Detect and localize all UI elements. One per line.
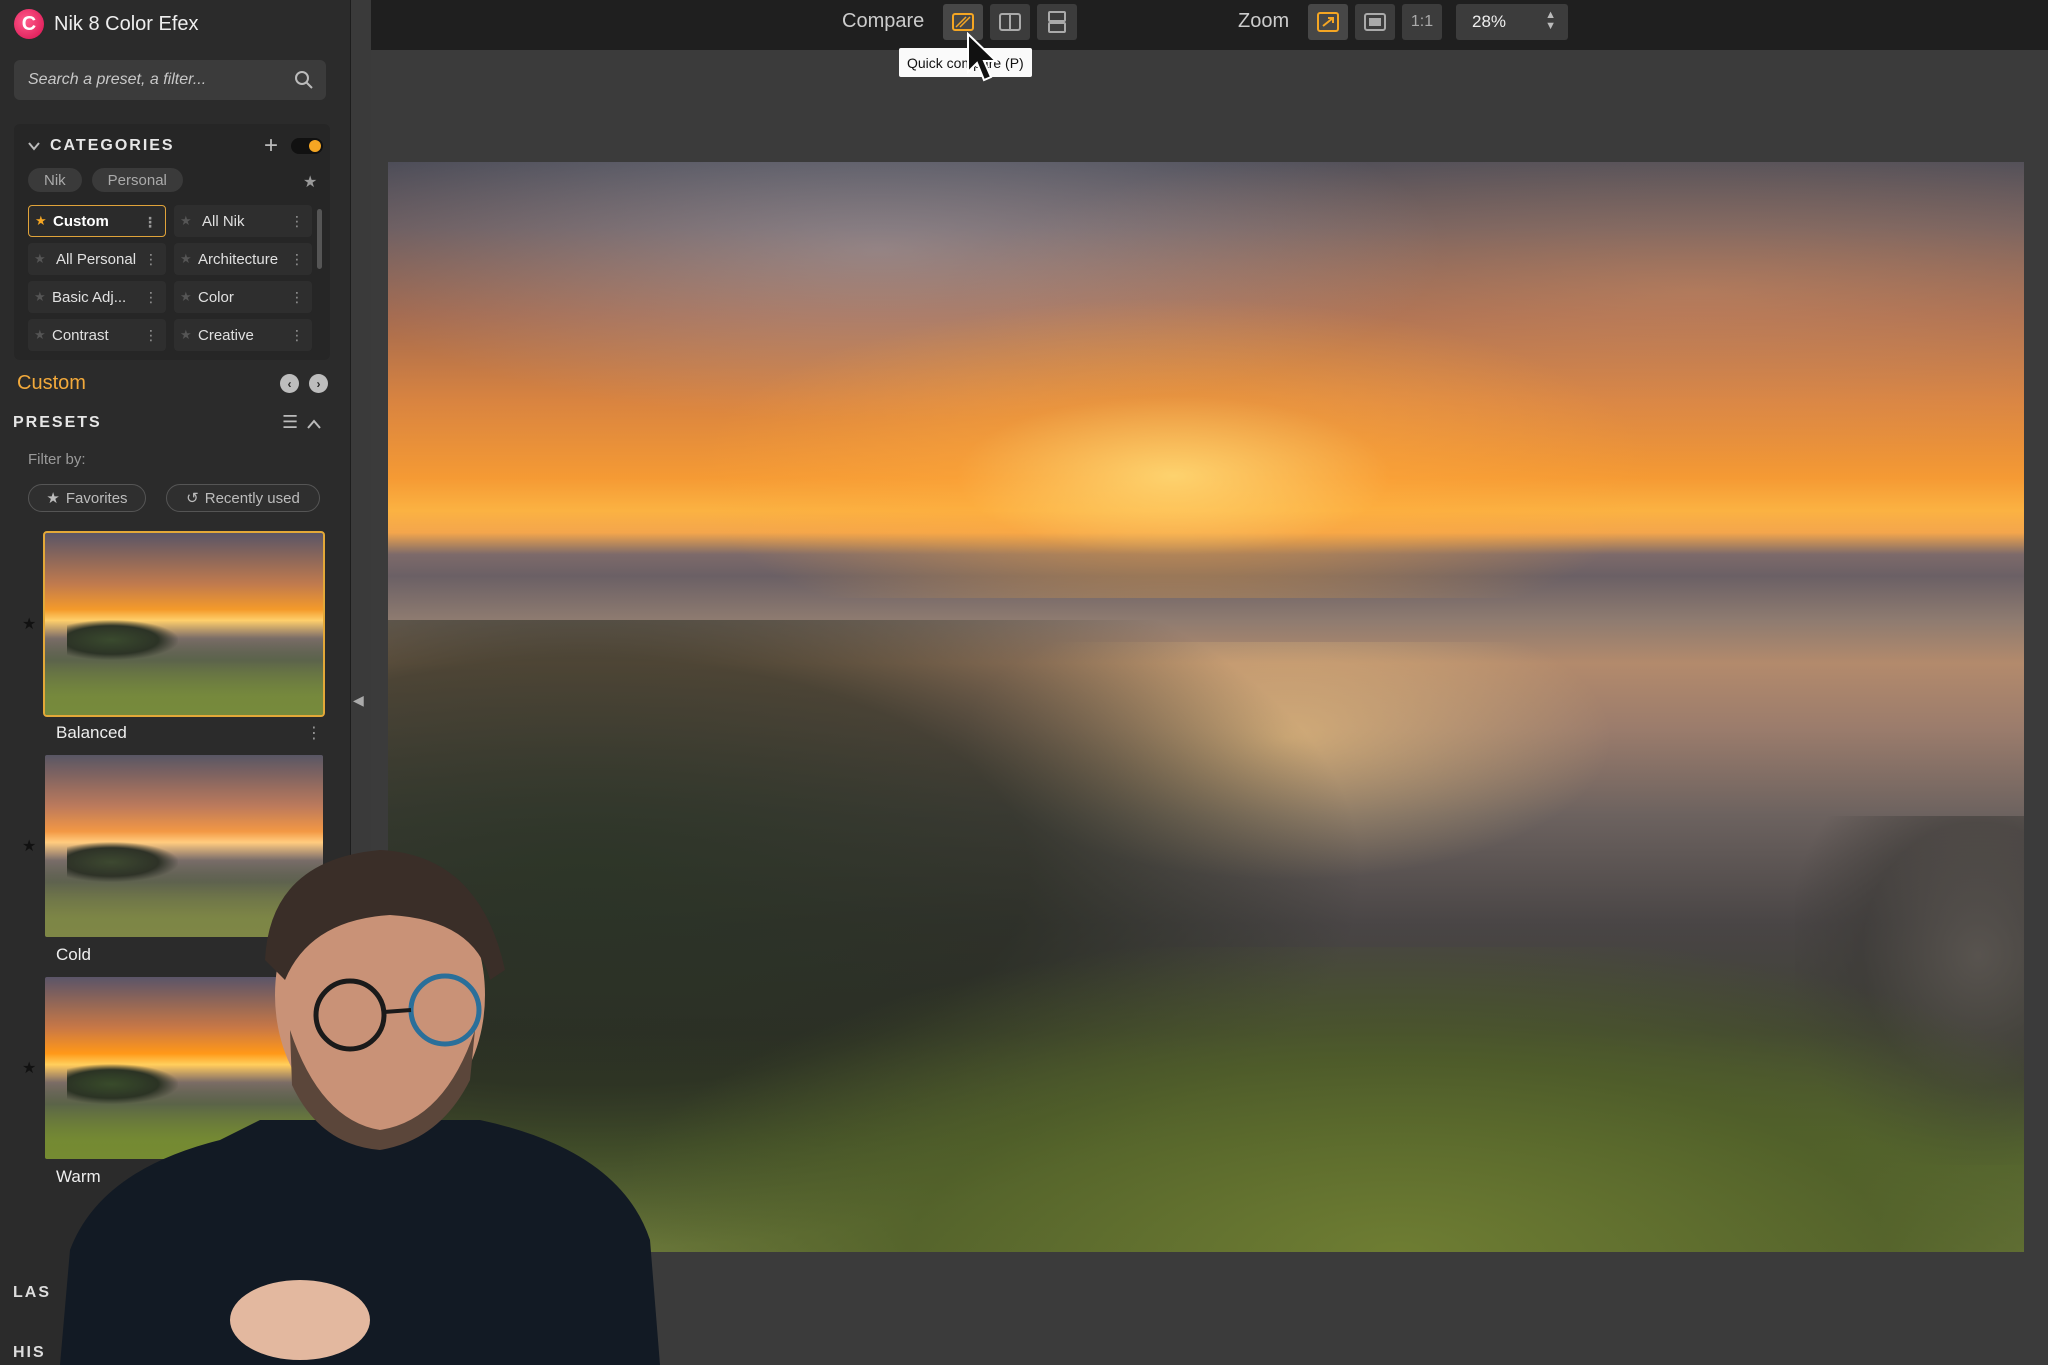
mouse-cursor-icon xyxy=(967,32,998,82)
category-label: All Personal xyxy=(56,250,137,268)
preset-label: Balanced xyxy=(56,723,127,742)
category-all-nik[interactable]: ★ All Nik ⋮ xyxy=(174,205,312,237)
compare-label: Compare xyxy=(842,10,925,32)
photo-sky xyxy=(388,162,2024,598)
fit-to-screen-icon xyxy=(1317,12,1339,32)
search-input[interactable] xyxy=(26,70,294,90)
category-label: Contrast xyxy=(52,326,109,344)
categories-title: CATEGORIES xyxy=(50,137,175,154)
filter-by-label: Filter by: xyxy=(28,451,86,468)
categories-panel: CATEGORIES + Nik Personal ★ ★ Custom ⋮ ★… xyxy=(14,124,330,360)
chevron-up-icon[interactable] xyxy=(307,418,321,430)
category-chip-row: Nik Personal xyxy=(28,168,183,192)
category-label: All Nik xyxy=(202,212,245,230)
star-icon[interactable]: ★ xyxy=(35,213,53,229)
more-icon[interactable]: ⋮ xyxy=(144,249,158,269)
history-icon: ↺ xyxy=(186,490,199,507)
star-icon[interactable]: ★ xyxy=(180,213,198,229)
app-title: Nik 8 Color Efex xyxy=(54,12,199,35)
preset-favorite-star-icon[interactable]: ★ xyxy=(22,836,36,856)
star-icon[interactable]: ★ xyxy=(180,327,198,343)
list-view-icon[interactable]: ☰ xyxy=(282,412,298,433)
stepper-arrows-icon[interactable]: ▲ ▼ xyxy=(1545,10,1556,32)
zoom-level-select[interactable]: 28% ▲ ▼ xyxy=(1456,4,1568,40)
category-color[interactable]: ★ Color ⋮ xyxy=(174,281,312,313)
chip-personal[interactable]: Personal xyxy=(91,168,183,192)
star-icon[interactable]: ★ xyxy=(34,327,52,343)
more-icon[interactable]: ⋮ xyxy=(290,287,304,307)
split-view-icon xyxy=(999,13,1021,31)
photo-grass xyxy=(633,946,2024,1252)
zoom-fill-button[interactable] xyxy=(1355,4,1395,40)
preset-thumbnail-image xyxy=(45,533,323,715)
stacked-view-icon xyxy=(1048,11,1066,33)
chip-nik[interactable]: Nik xyxy=(28,168,82,192)
star-icon[interactable]: ★ xyxy=(34,251,52,267)
category-contrast[interactable]: ★ Contrast ⋮ xyxy=(28,319,166,351)
more-icon[interactable]: ⋮ xyxy=(290,325,304,345)
category-label: Color xyxy=(198,288,234,306)
filter-label: Favorites xyxy=(65,489,128,507)
categories-scrollbar[interactable] xyxy=(317,209,322,269)
filter-label: Recently used xyxy=(204,489,300,507)
zoom-fit-button[interactable] xyxy=(1308,4,1348,40)
star-icon[interactable]: ★ xyxy=(180,289,198,305)
category-creative[interactable]: ★ Creative ⋮ xyxy=(174,319,312,351)
app-logo: C xyxy=(14,9,44,39)
category-label: Basic Adj... xyxy=(52,288,127,306)
zoom-100-button[interactable]: 1:1 xyxy=(1402,4,1442,40)
collapse-sidebar-icon[interactable]: ◀ xyxy=(353,692,364,709)
toggle-knob xyxy=(309,140,321,152)
more-icon[interactable]: ⋮ xyxy=(306,723,322,743)
stacked-compare-button[interactable] xyxy=(1037,4,1077,40)
filter-recently-used-button[interactable]: ↺ Recently used xyxy=(166,484,320,512)
zoom-label: Zoom xyxy=(1238,10,1290,32)
category-architecture[interactable]: ★ Architecture ⋮ xyxy=(174,243,312,275)
collection-prev-button[interactable]: ‹ xyxy=(280,374,299,393)
history-section-title[interactable]: HIS xyxy=(13,1344,46,1362)
more-icon[interactable]: ⋮ xyxy=(290,211,304,231)
star-icon[interactable]: ★ xyxy=(180,251,198,267)
star-icon: ★ xyxy=(46,490,60,507)
collection-next-button[interactable]: › xyxy=(309,374,328,393)
add-category-button[interactable]: + xyxy=(264,132,278,160)
presenter-webcam-overlay xyxy=(60,850,660,1365)
category-custom[interactable]: ★ Custom ⋮ xyxy=(28,205,166,237)
zoom-level-value: 28% xyxy=(1472,12,1507,31)
preset-favorite-star-icon[interactable]: ★ xyxy=(22,1058,36,1078)
preset-favorite-star-icon[interactable]: ★ xyxy=(22,614,36,634)
star-icon[interactable]: ★ xyxy=(34,289,52,305)
presets-title: PRESETS xyxy=(13,414,102,431)
fill-screen-icon xyxy=(1364,13,1386,31)
preset-thumbnail-balanced[interactable] xyxy=(43,531,325,717)
category-all-personal[interactable]: ★ All Personal ⋮ xyxy=(28,243,166,275)
layers-section-title[interactable]: LAS xyxy=(13,1284,51,1302)
category-label: Creative xyxy=(198,326,254,344)
more-icon[interactable]: ⋮ xyxy=(290,249,304,269)
categories-toggle[interactable] xyxy=(291,138,323,154)
favorite-star-icon[interactable]: ★ xyxy=(303,172,317,192)
more-icon[interactable]: ⋮ xyxy=(144,325,158,345)
top-toolbar xyxy=(371,0,2048,50)
chevron-down-icon[interactable] xyxy=(28,141,40,151)
category-basic-adjustments[interactable]: ★ Basic Adj... ⋮ xyxy=(28,281,166,313)
search-icon[interactable] xyxy=(294,70,314,90)
zoom-100-label: 1:1 xyxy=(1410,13,1434,30)
search-box[interactable] xyxy=(14,60,326,100)
collection-title: Custom xyxy=(17,372,86,394)
categories-header[interactable]: CATEGORIES xyxy=(28,137,175,155)
category-label: Custom xyxy=(53,212,109,230)
filter-favorites-button[interactable]: ★ Favorites xyxy=(28,484,146,512)
category-label: Architecture xyxy=(198,250,279,268)
more-icon[interactable]: ⋮ xyxy=(143,212,157,232)
app-header: C Nik 8 Color Efex xyxy=(14,8,199,40)
more-icon[interactable]: ⋮ xyxy=(144,287,158,307)
quick-compare-icon xyxy=(952,13,974,31)
